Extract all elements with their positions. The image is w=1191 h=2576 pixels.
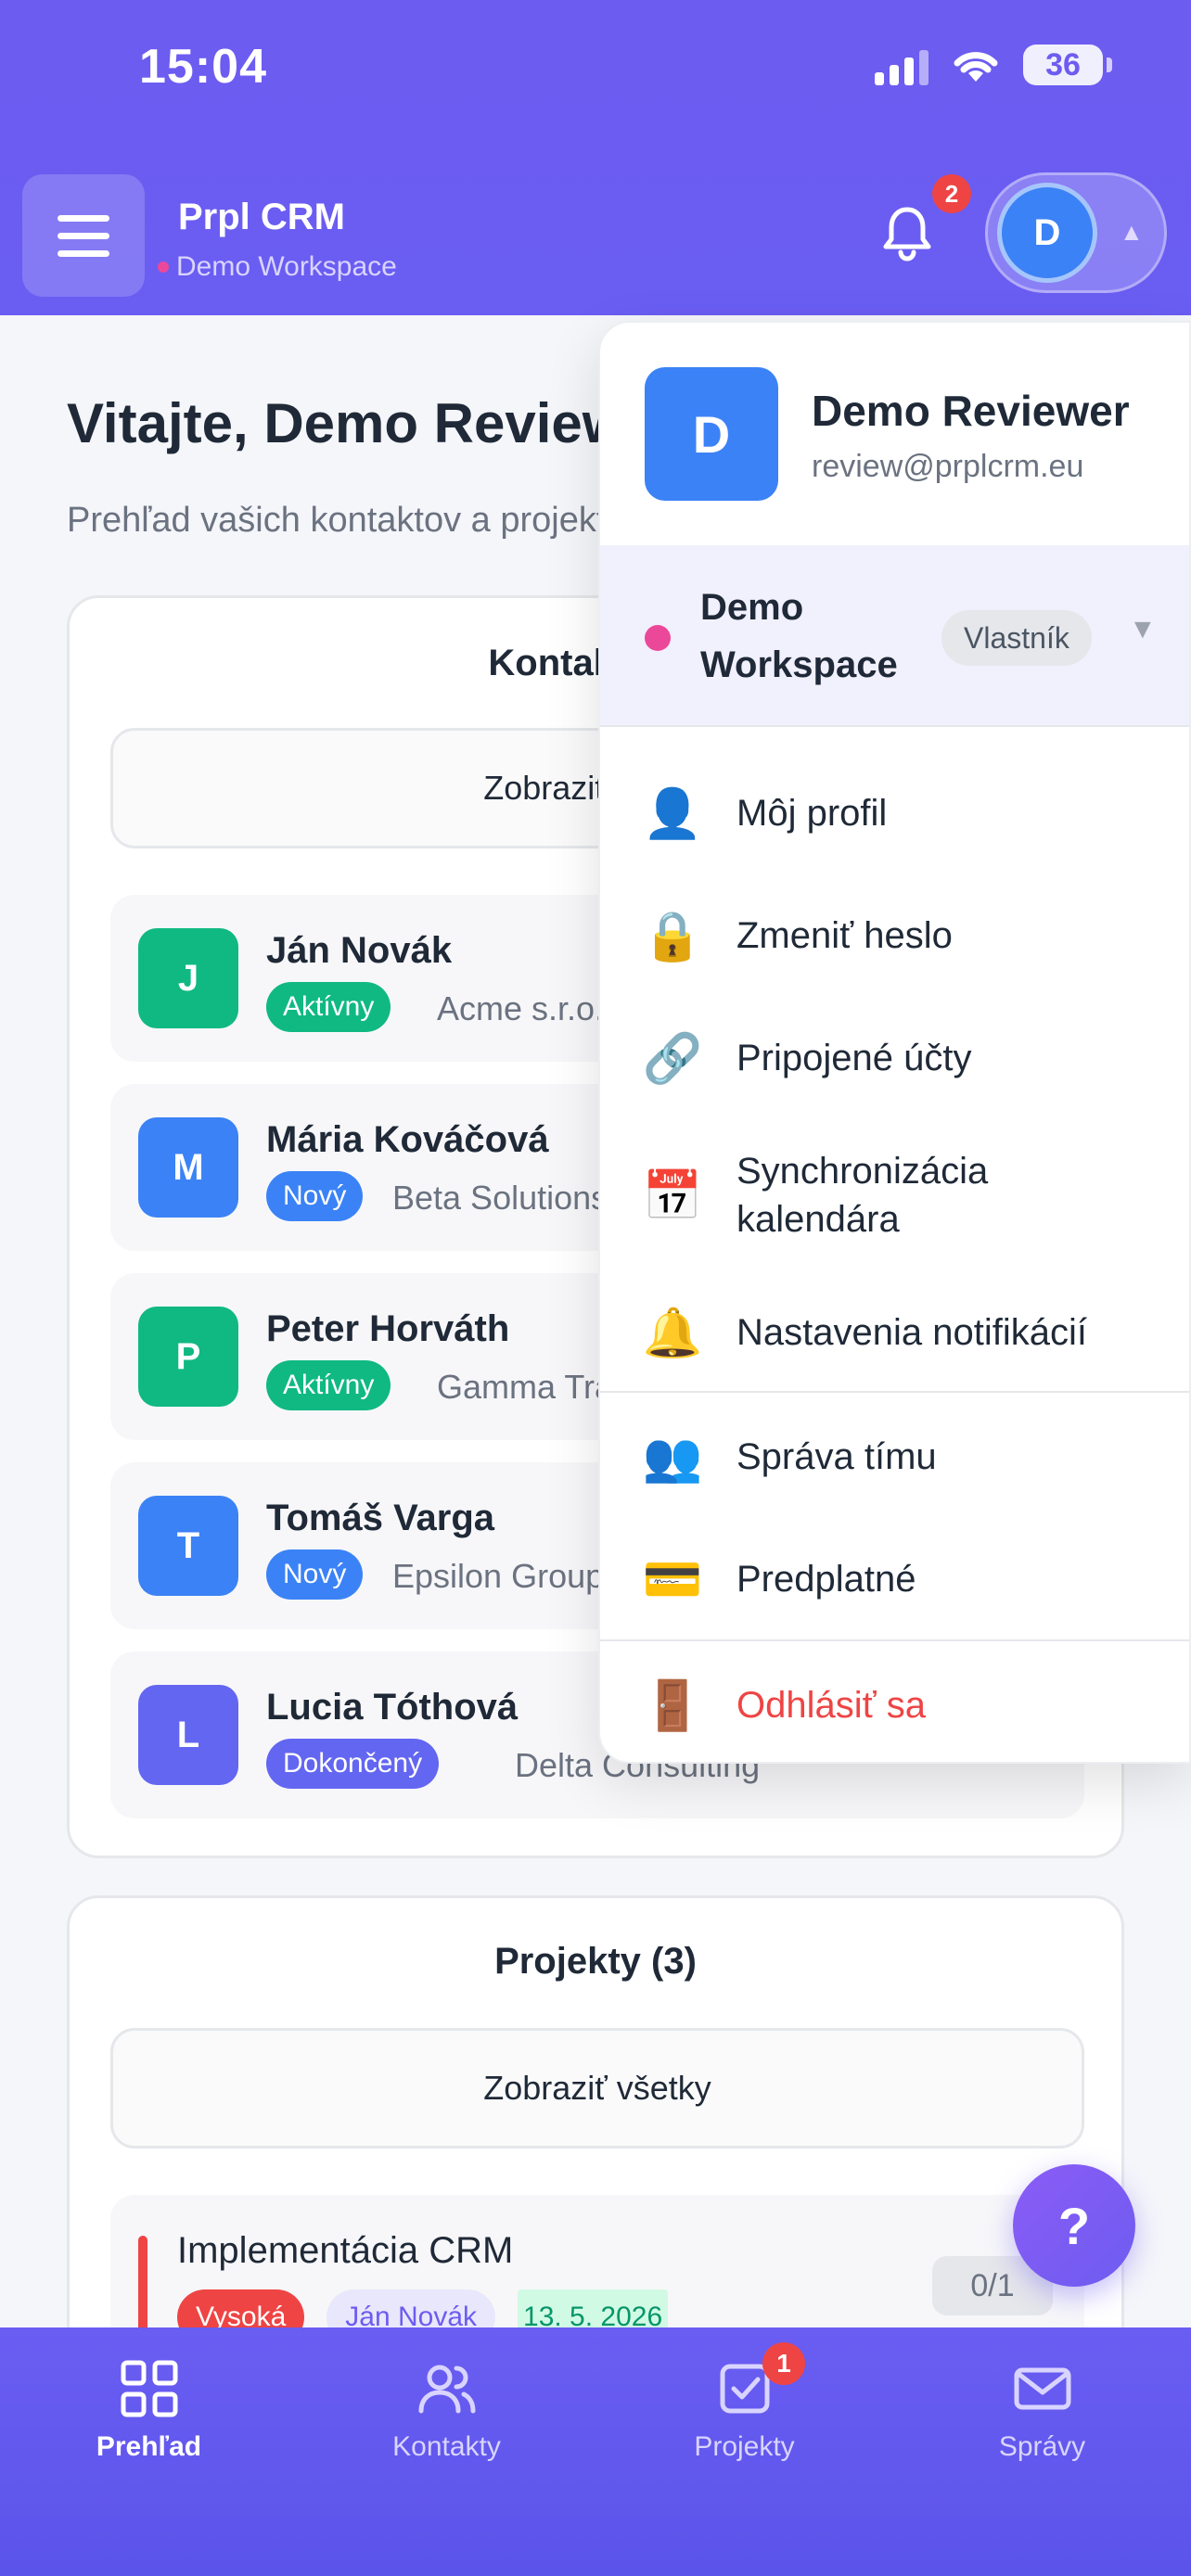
- dropdown-divider: [600, 1391, 1189, 1393]
- menu-item-label: Zmeniť heslo: [736, 915, 953, 956]
- menu-item-label: Môj profil: [736, 793, 888, 834]
- person-icon: 👤: [642, 786, 703, 841]
- lock-icon: 🔒: [642, 909, 703, 963]
- credit-card-icon: 💳: [642, 1552, 703, 1607]
- contact-avatar: J: [138, 928, 238, 1028]
- workspace-color-dot: [158, 261, 169, 273]
- battery-icon: 36: [1023, 45, 1112, 85]
- projects-badge: 1: [762, 2342, 805, 2385]
- menu-item-label: Správa tímu: [736, 1436, 937, 1477]
- contact-company: Beta Solutions: [392, 1179, 608, 1217]
- contact-avatar: P: [138, 1307, 238, 1407]
- menu-item-connected-accounts[interactable]: 🔗 Pripojené účty: [600, 1013, 1189, 1103]
- dropdown-divider: [600, 1639, 1189, 1641]
- notifications-badge: 2: [932, 174, 971, 213]
- contact-company: Epsilon Group: [392, 1557, 605, 1595]
- contact-avatar: M: [138, 1117, 238, 1218]
- notifications-bell-icon[interactable]: [877, 202, 938, 263]
- nav-item-label: Správy: [998, 2431, 1086, 2462]
- workspace-name: Demo Workspace: [700, 587, 898, 685]
- dropdown-user-header: D Demo Reviewer review@prplcrm.eu: [600, 323, 1189, 545]
- brand: Prpl CRM Demo Workspace: [158, 197, 397, 283]
- contact-name: Mária Kováčová: [266, 1119, 549, 1160]
- hamburger-menu-button[interactable]: [22, 174, 145, 297]
- project-tags: Vysoká Ján Novák 13. 5. 2026: [177, 2289, 669, 2327]
- menu-item-logout[interactable]: 🚪 Odhlásiť sa: [600, 1660, 1189, 1751]
- contact-name: Peter Horváth: [266, 1308, 510, 1349]
- caret-down-icon: ▼: [1129, 614, 1157, 644]
- app-header: 15:04 36 Prpl CRM Demo Workspace 2 D ▲: [0, 0, 1191, 315]
- bell-icon: 🔔: [642, 1306, 703, 1360]
- avatar: D: [997, 183, 1097, 283]
- nav-item-messages[interactable]: Správy: [893, 2327, 1191, 2576]
- app-name: Prpl CRM: [178, 197, 345, 237]
- dropdown-user-name: Demo Reviewer: [812, 387, 1130, 435]
- project-name: Implementácia CRM: [177, 2230, 514, 2271]
- menu-item-profile[interactable]: 👤 Môj profil: [600, 768, 1189, 859]
- status-time: 15:04: [139, 40, 267, 94]
- grid-icon: [121, 2360, 177, 2417]
- menu-item-team-management[interactable]: 👥 Správa tímu: [600, 1411, 1189, 1502]
- workspace-switcher[interactable]: Demo Workspace Vlastník ▼: [600, 545, 1189, 727]
- menu-item-label: Pripojené účty: [736, 1038, 972, 1078]
- project-row[interactable]: Implementácia CRM Vysoká Ján Novák 13. 5…: [110, 2195, 1084, 2327]
- page-subtitle: Prehľad vašich kontaktov a projektov: [67, 501, 644, 540]
- projects-show-all-button[interactable]: Zobraziť všetky: [110, 2028, 1084, 2149]
- priority-indicator: [138, 2236, 147, 2327]
- nav-item-contacts[interactable]: Kontakty: [298, 2327, 596, 2576]
- contact-company: Acme s.r.o.: [437, 989, 605, 1027]
- user-dropdown-menu: D Demo Reviewer review@prplcrm.eu Demo W…: [598, 321, 1191, 1764]
- menu-item-label: Synchronizácia kalendára: [736, 1151, 989, 1240]
- menu-item-subscription[interactable]: 💳 Predplatné: [600, 1534, 1189, 1625]
- contact-status-badge: Aktívny: [266, 1360, 391, 1410]
- dropdown-user-email: review@prplcrm.eu: [812, 449, 1084, 484]
- door-icon: 🚪: [642, 1678, 703, 1733]
- priority-badge: Vysoká: [177, 2289, 305, 2327]
- contact-status-badge: Aktívny: [266, 982, 391, 1032]
- contact-status-badge: Dokončený: [266, 1739, 440, 1789]
- users-icon: [418, 2365, 475, 2414]
- menu-item-label: Odhlásiť sa: [736, 1685, 926, 1726]
- nav-item-projects[interactable]: Projekty 1: [596, 2327, 893, 2576]
- contact-avatar: L: [138, 1685, 238, 1785]
- calendar-icon: 📅: [642, 1168, 703, 1223]
- help-button[interactable]: ?: [1013, 2164, 1135, 2287]
- due-date-badge: 13. 5. 2026: [518, 2289, 669, 2327]
- user-menu-button[interactable]: D ▲: [985, 172, 1167, 293]
- link-icon: 🔗: [642, 1031, 703, 1086]
- workspace-role-badge: Vlastník: [941, 610, 1092, 666]
- nav-item-label: Projekty: [694, 2431, 795, 2462]
- menu-item-change-password[interactable]: 🔒 Zmeniť heslo: [600, 890, 1189, 981]
- wifi-icon: [954, 52, 998, 82]
- workspace-label: Demo Workspace: [158, 251, 397, 283]
- bottom-navigation: Prehľad Kontakty Projekty 1 Správy: [0, 2327, 1191, 2576]
- team-icon: 👥: [642, 1430, 703, 1485]
- nav-item-label: Prehľad: [96, 2431, 202, 2462]
- menu-item-notification-settings[interactable]: 🔔 Nastavenia notifikácií: [600, 1287, 1189, 1378]
- caret-up-icon: ▲: [1120, 218, 1144, 246]
- status-bar: 15:04 36: [0, 0, 1191, 139]
- contact-name: Lucia Tóthová: [266, 1687, 519, 1728]
- workspace-color-dot: [645, 625, 671, 651]
- dropdown-avatar: D: [645, 367, 778, 501]
- owner-badge: Ján Novák: [327, 2289, 496, 2327]
- contact-avatar: T: [138, 1496, 238, 1596]
- menu-item-label: Nastavenia notifikácií: [736, 1312, 1087, 1353]
- page-title: Vitajte, Demo Reviewer: [67, 392, 679, 454]
- nav-item-label: Kontakty: [392, 2431, 501, 2462]
- cellular-signal-icon: [875, 45, 928, 85]
- menu-item-label: Predplatné: [736, 1559, 916, 1600]
- contact-name: Tomáš Varga: [266, 1498, 495, 1538]
- menu-item-calendar-sync[interactable]: 📅 Synchronizácia kalendára: [600, 1135, 1189, 1256]
- contact-status-badge: Nový: [266, 1549, 364, 1600]
- projects-card: Projekty (3) Zobraziť všetky Implementác…: [67, 1895, 1124, 2327]
- contact-status-badge: Nový: [266, 1171, 364, 1221]
- contact-name: Ján Novák: [266, 930, 453, 971]
- nav-item-overview[interactable]: Prehľad: [0, 2327, 298, 2576]
- mail-icon: [1014, 2367, 1070, 2410]
- projects-card-title: Projekty (3): [494, 1941, 697, 1982]
- status-icons: 36: [875, 45, 1112, 85]
